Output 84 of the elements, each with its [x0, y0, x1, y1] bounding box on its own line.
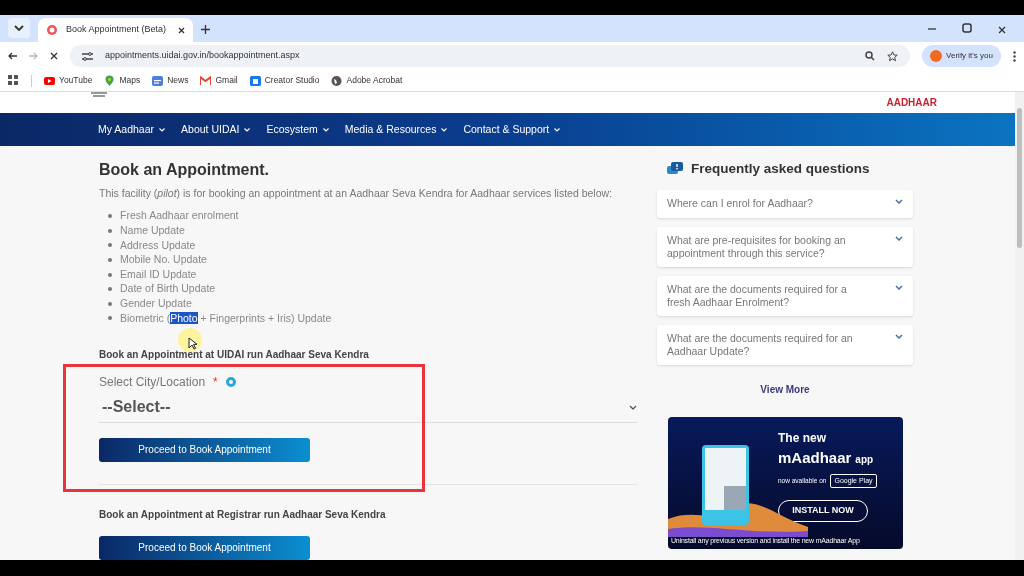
bullet-icon [108, 287, 112, 292]
proceed-button[interactable]: Proceed to Book Appointment [99, 535, 310, 560]
nav-menu-item[interactable]: About UIDAI [181, 121, 251, 138]
site-logo-icon [46, 24, 58, 36]
bookmark-icon [44, 74, 55, 87]
cursor-icon [188, 337, 197, 350]
nav-menu-item[interactable]: Ecosystem [266, 121, 329, 138]
service-item: Date of Birth Update [120, 281, 216, 297]
bullet-icon [108, 301, 112, 306]
faq-item[interactable]: What are the documents required for a fresh Aadhaar Enrolment? [657, 276, 913, 317]
browser-tab[interactable]: Book Appointment (Beta) [38, 18, 193, 42]
bullet-icon [108, 272, 112, 277]
bookmark-link[interactable]: News [167, 74, 189, 87]
faq-item[interactable]: What are the documents required for an Aadhaar Update? [657, 325, 913, 366]
service-item: Email ID Update [120, 266, 197, 282]
chevron-down-icon [14, 25, 24, 31]
bookmark-link[interactable]: Maps [119, 74, 141, 87]
nav-menu-item[interactable]: Media & Resources [344, 121, 448, 138]
field-label: Select City/Location [99, 373, 206, 391]
chevron-down-icon [322, 127, 329, 132]
bullet-icon [108, 258, 112, 263]
brand-logo: AADHAAR [886, 98, 937, 108]
profile-button[interactable]: Verify it's you [922, 45, 1001, 67]
bookmark-icon [152, 74, 164, 87]
chevron-down-icon [895, 334, 903, 340]
chevron-down-icon [895, 199, 903, 205]
menu-icon[interactable] [1013, 50, 1016, 62]
faq-heading: Frequently asked questions [691, 160, 870, 178]
chevron-down-icon [629, 404, 637, 410]
nav-menu-item[interactable]: My Aadhaar [98, 121, 166, 138]
promo-title: The new [778, 430, 827, 448]
bullet-icon [108, 228, 112, 233]
bookmark-link[interactable]: Creator Studio [264, 74, 320, 87]
site-settings-icon [82, 51, 93, 61]
service-item: Name Update [120, 223, 185, 238]
required-mark: * [213, 373, 218, 391]
service-item: Gender Update [120, 296, 192, 311]
chevron-down-icon [895, 236, 903, 242]
chevron-down-icon [895, 285, 903, 291]
bullet-icon [108, 316, 112, 321]
chevron-down-icon [244, 127, 251, 132]
service-item: Mobile No. Update [120, 252, 207, 268]
back-icon[interactable] [8, 52, 17, 60]
star-icon[interactable] [887, 50, 899, 62]
chevron-down-icon [159, 127, 166, 132]
bullet-icon [108, 243, 112, 248]
new-tab-icon[interactable] [201, 25, 210, 34]
city-select[interactable]: --Select-- [99, 392, 637, 423]
info-icon [225, 376, 236, 387]
avatar-icon [930, 50, 943, 62]
service-item: Biometric (Photo + Fingerprints + Iris) Update [120, 310, 332, 326]
close-icon[interactable] [998, 26, 1006, 34]
scrollbar[interactable] [1015, 92, 1024, 560]
faq-item[interactable]: What are pre-requisites for booking an appointment through this service? [657, 227, 913, 268]
faq-item[interactable]: Where can I enrol for Aadhaar? [657, 190, 913, 219]
bookmark-link[interactable]: Gmail [215, 74, 238, 87]
tab-list-button[interactable] [8, 18, 30, 38]
close-icon[interactable] [178, 26, 185, 34]
service-item: Address Update [120, 237, 196, 253]
bookmark-icon [331, 74, 343, 87]
stop-icon[interactable] [50, 52, 58, 60]
bookmark-icon [200, 74, 212, 87]
page-heading: Book an Appointment. [99, 160, 271, 180]
address-bar[interactable]: appointments.uidai.gov.in/bookappointment.aspx [70, 45, 911, 67]
zoom-icon[interactable] [865, 51, 876, 61]
description-text: This facility (pilot) is for booking an appointment at an Aadhaar Seva Kendra for Aadhaar services listed below: [99, 186, 614, 201]
bookmark-icon [104, 74, 116, 87]
section-heading: Book an Appointment at Registrar run Aadhaar Seva Kendra [99, 507, 387, 522]
service-item: Fresh Aadhaar enrolment [120, 208, 239, 224]
chevron-down-icon [554, 127, 561, 132]
proceed-button[interactable]: Proceed to Book Appointment [99, 437, 310, 462]
app-name: mAadhaar [778, 448, 852, 469]
chat-bubbles-icon [667, 162, 683, 177]
bookmark-icon [249, 74, 261, 87]
bullet-icon [108, 214, 112, 219]
view-more-link[interactable]: View More [760, 382, 810, 398]
bookmark-link[interactable]: Adobe Acrobat [346, 74, 403, 87]
nav-menu-item[interactable]: Contact & Support [463, 121, 561, 138]
app-word: app [855, 453, 874, 468]
restore-icon[interactable] [962, 23, 972, 33]
chevron-down-icon [441, 127, 448, 132]
section-heading: Book an Appointment at UIDAI run Aadhaar Seva Kendra [99, 347, 370, 362]
bookmark-link[interactable]: YouTube [59, 74, 93, 87]
apps-grid-icon[interactable] [8, 75, 19, 86]
